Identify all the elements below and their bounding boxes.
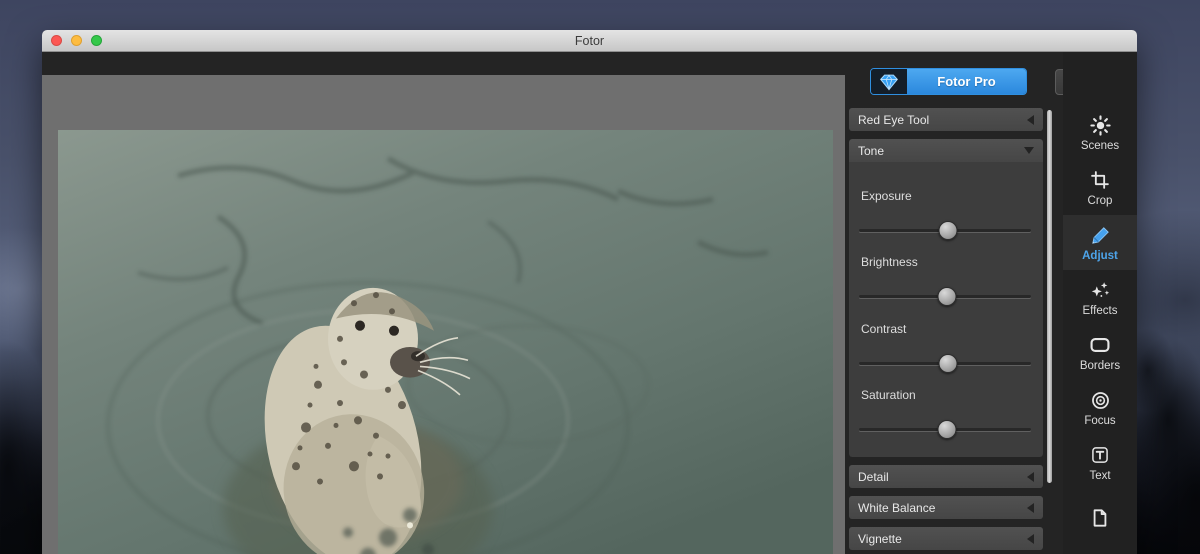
fotor-pro-button[interactable]: Fotor Pro — [870, 68, 1027, 95]
close-button[interactable] — [51, 35, 62, 46]
section-tone-block: Tone Exposure Brightness Contrast Satura… — [849, 139, 1043, 457]
slider-thumb[interactable] — [937, 287, 957, 306]
exposure-slider[interactable] — [859, 221, 1031, 240]
window-title: Fotor — [574, 33, 605, 48]
toolbar-item-adjust[interactable]: Adjust — [1063, 215, 1137, 270]
sun-icon — [1089, 113, 1111, 137]
saturation-slider[interactable] — [859, 420, 1031, 439]
section-white-balance[interactable]: White Balance — [849, 496, 1043, 519]
toolbar-item-label: Focus — [1084, 415, 1116, 427]
toolbar-item-effects[interactable]: Effects — [1063, 270, 1137, 325]
saturation-label: Saturation — [861, 388, 916, 402]
toolbar-item-document[interactable] — [1063, 490, 1137, 545]
tool-rail: Scenes Crop Adjust Effects Borders Focus… — [1063, 52, 1137, 554]
section-label: White Balance — [858, 500, 936, 515]
window-titlebar[interactable]: Fotor — [42, 30, 1137, 52]
panel-scrollbar[interactable] — [1047, 110, 1052, 483]
section-label: Detail — [858, 469, 889, 484]
tone-sliders: Exposure Brightness Contrast Saturation — [849, 162, 1043, 457]
fotor-pro-label: Fotor Pro — [907, 69, 1026, 94]
section-vignette[interactable]: Vignette — [849, 527, 1043, 550]
desktop: Fotor Fotor Pro Red Eye Tool Tone Exposu… — [0, 0, 1200, 554]
border-frame-icon — [1089, 333, 1111, 357]
photo-seal-in-water[interactable] — [58, 130, 833, 554]
slider-thumb[interactable] — [937, 420, 957, 439]
toolbar-item-borders[interactable]: Borders — [1063, 325, 1137, 380]
toolbar-item-label: Crop — [1087, 195, 1113, 207]
toolbar-item-text[interactable]: Text — [1063, 435, 1137, 490]
toolbar-item-focus[interactable]: Focus — [1063, 380, 1137, 435]
exposure-label: Exposure — [861, 189, 912, 203]
window-body: Fotor Pro Home Red Eye Tool — [42, 52, 1137, 554]
section-label: Tone — [858, 143, 885, 158]
toolbar-item-label: Text — [1089, 470, 1111, 482]
fotor-window: Fotor Fotor Pro Red Eye Tool Tone Exposu… — [42, 30, 1137, 554]
focus-target-icon — [1090, 388, 1111, 412]
crop-icon — [1090, 168, 1110, 192]
contrast-label: Contrast — [861, 322, 907, 336]
document-icon — [1090, 506, 1110, 530]
minimize-button[interactable] — [71, 35, 82, 46]
collapse-arrow-icon — [1027, 114, 1034, 125]
seal-photo-illustration — [58, 130, 833, 554]
section-red-eye-tool[interactable]: Red Eye Tool — [849, 108, 1043, 131]
zoom-button[interactable] — [91, 35, 102, 46]
toolbar-item-label: Borders — [1079, 360, 1121, 372]
section-label: Vignette — [858, 531, 902, 546]
toolbar-item-label: Effects — [1082, 305, 1118, 317]
collapse-arrow-icon — [1027, 502, 1034, 513]
toolbar-item-label: Adjust — [1082, 250, 1118, 262]
pencil-icon — [1090, 223, 1111, 247]
brightness-slider[interactable] — [859, 287, 1031, 306]
toolbar-item-scenes[interactable]: Scenes — [1063, 105, 1137, 160]
collapse-arrow-icon — [1027, 533, 1034, 544]
contrast-slider[interactable] — [859, 354, 1031, 373]
expand-arrow-icon — [1024, 147, 1034, 154]
text-icon — [1090, 443, 1110, 467]
section-tone[interactable]: Tone — [849, 139, 1043, 162]
diamond-icon — [871, 69, 907, 94]
slider-thumb[interactable] — [938, 354, 958, 373]
toolbar-item-crop[interactable]: Crop — [1063, 160, 1137, 215]
sparkles-icon — [1089, 278, 1111, 302]
editor-canvas — [42, 75, 845, 554]
brightness-label: Brightness — [861, 255, 918, 269]
collapse-arrow-icon — [1027, 471, 1034, 482]
section-detail[interactable]: Detail — [849, 465, 1043, 488]
toolbar-item-label: Scenes — [1080, 140, 1120, 152]
adjust-panel: Red Eye Tool Tone Exposure Brightness Co… — [849, 108, 1043, 554]
slider-thumb[interactable] — [938, 221, 958, 240]
section-label: Red Eye Tool — [858, 112, 930, 127]
